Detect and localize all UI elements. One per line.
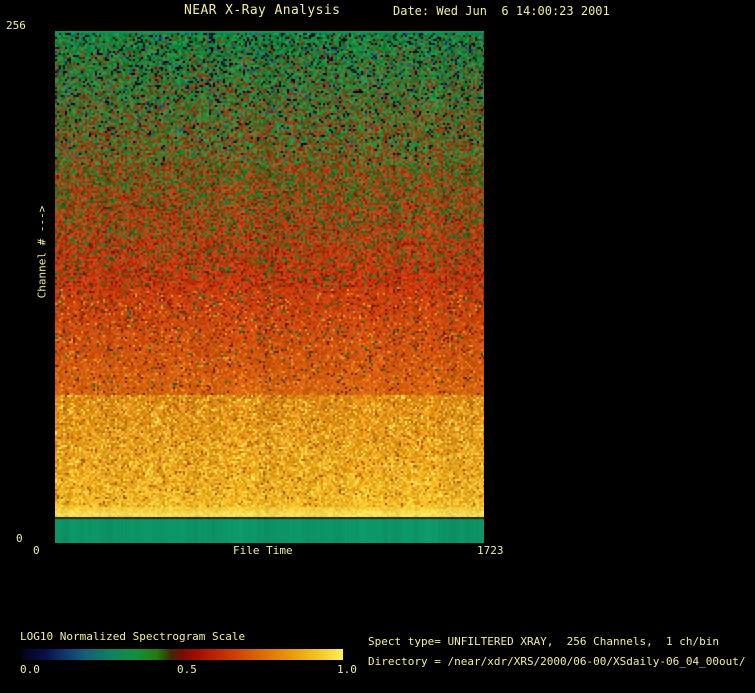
x-axis-label: File Time: [233, 545, 293, 557]
y-axis-min-tick: 0: [16, 533, 23, 545]
colorbar-gradient: [22, 649, 343, 660]
colorbar-tick-max: 1.0: [337, 664, 357, 676]
colorbar-tick-mid: 0.5: [177, 664, 197, 676]
colorbar-tick-min: 0.0: [20, 664, 40, 676]
date-label: Date: Wed Jun 6 14:00:23 2001: [393, 5, 610, 18]
colorbar-title: LOG10 Normalized Spectrogram Scale: [20, 631, 245, 643]
x-axis-min-tick: 0: [33, 545, 40, 557]
x-axis-max-tick: 1723: [477, 545, 504, 557]
y-axis-label: Channel # --->: [36, 206, 49, 299]
near-xray-analysis-window: NEAR X-Ray Analysis Date: Wed Jun 6 14:0…: [0, 0, 755, 693]
page-title: NEAR X-Ray Analysis: [184, 4, 340, 18]
y-axis-max-tick: 256: [6, 20, 26, 32]
directory-line: Directory = /near/xdr/XRS/2000/06-00/XSd…: [368, 656, 746, 668]
spect-type-line: Spect type= UNFILTERED XRAY, 256 Channel…: [368, 636, 719, 648]
spectrogram-image: [55, 31, 484, 543]
